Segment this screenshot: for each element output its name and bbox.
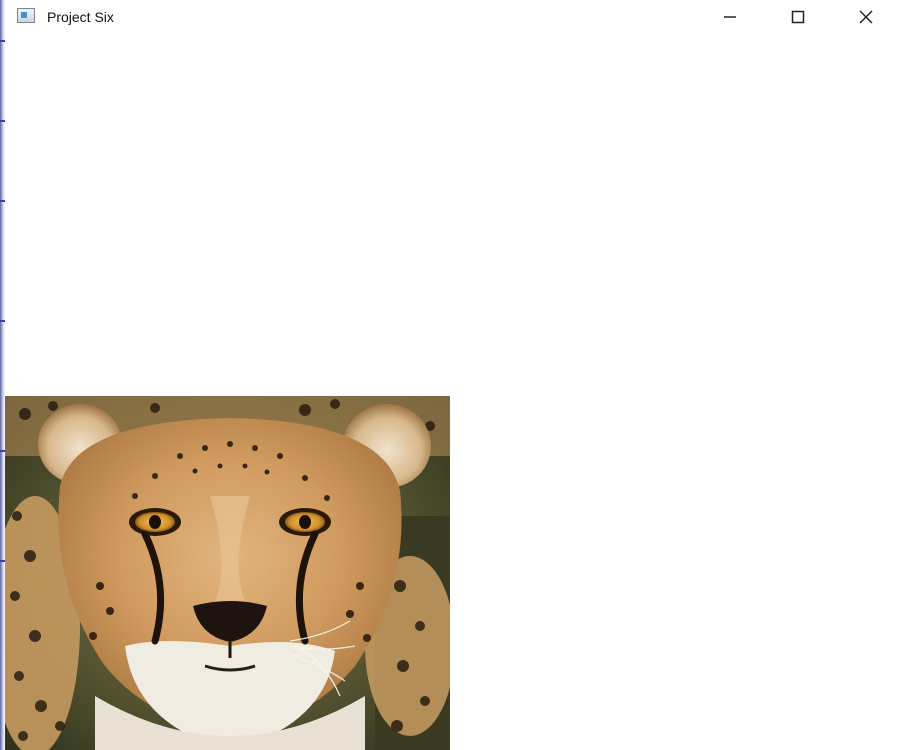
close-button[interactable] xyxy=(843,0,889,34)
application-window: Project Six xyxy=(0,0,900,750)
app-window-icon xyxy=(17,8,35,23)
maximize-button[interactable] xyxy=(775,0,821,34)
maximize-icon xyxy=(791,10,805,24)
cheetah-image xyxy=(5,396,450,750)
minimize-icon xyxy=(724,16,736,18)
window-title: Project Six xyxy=(47,9,114,25)
title-bar[interactable]: Project Six xyxy=(5,0,900,34)
minimize-button[interactable] xyxy=(707,0,753,34)
close-icon xyxy=(859,10,873,24)
